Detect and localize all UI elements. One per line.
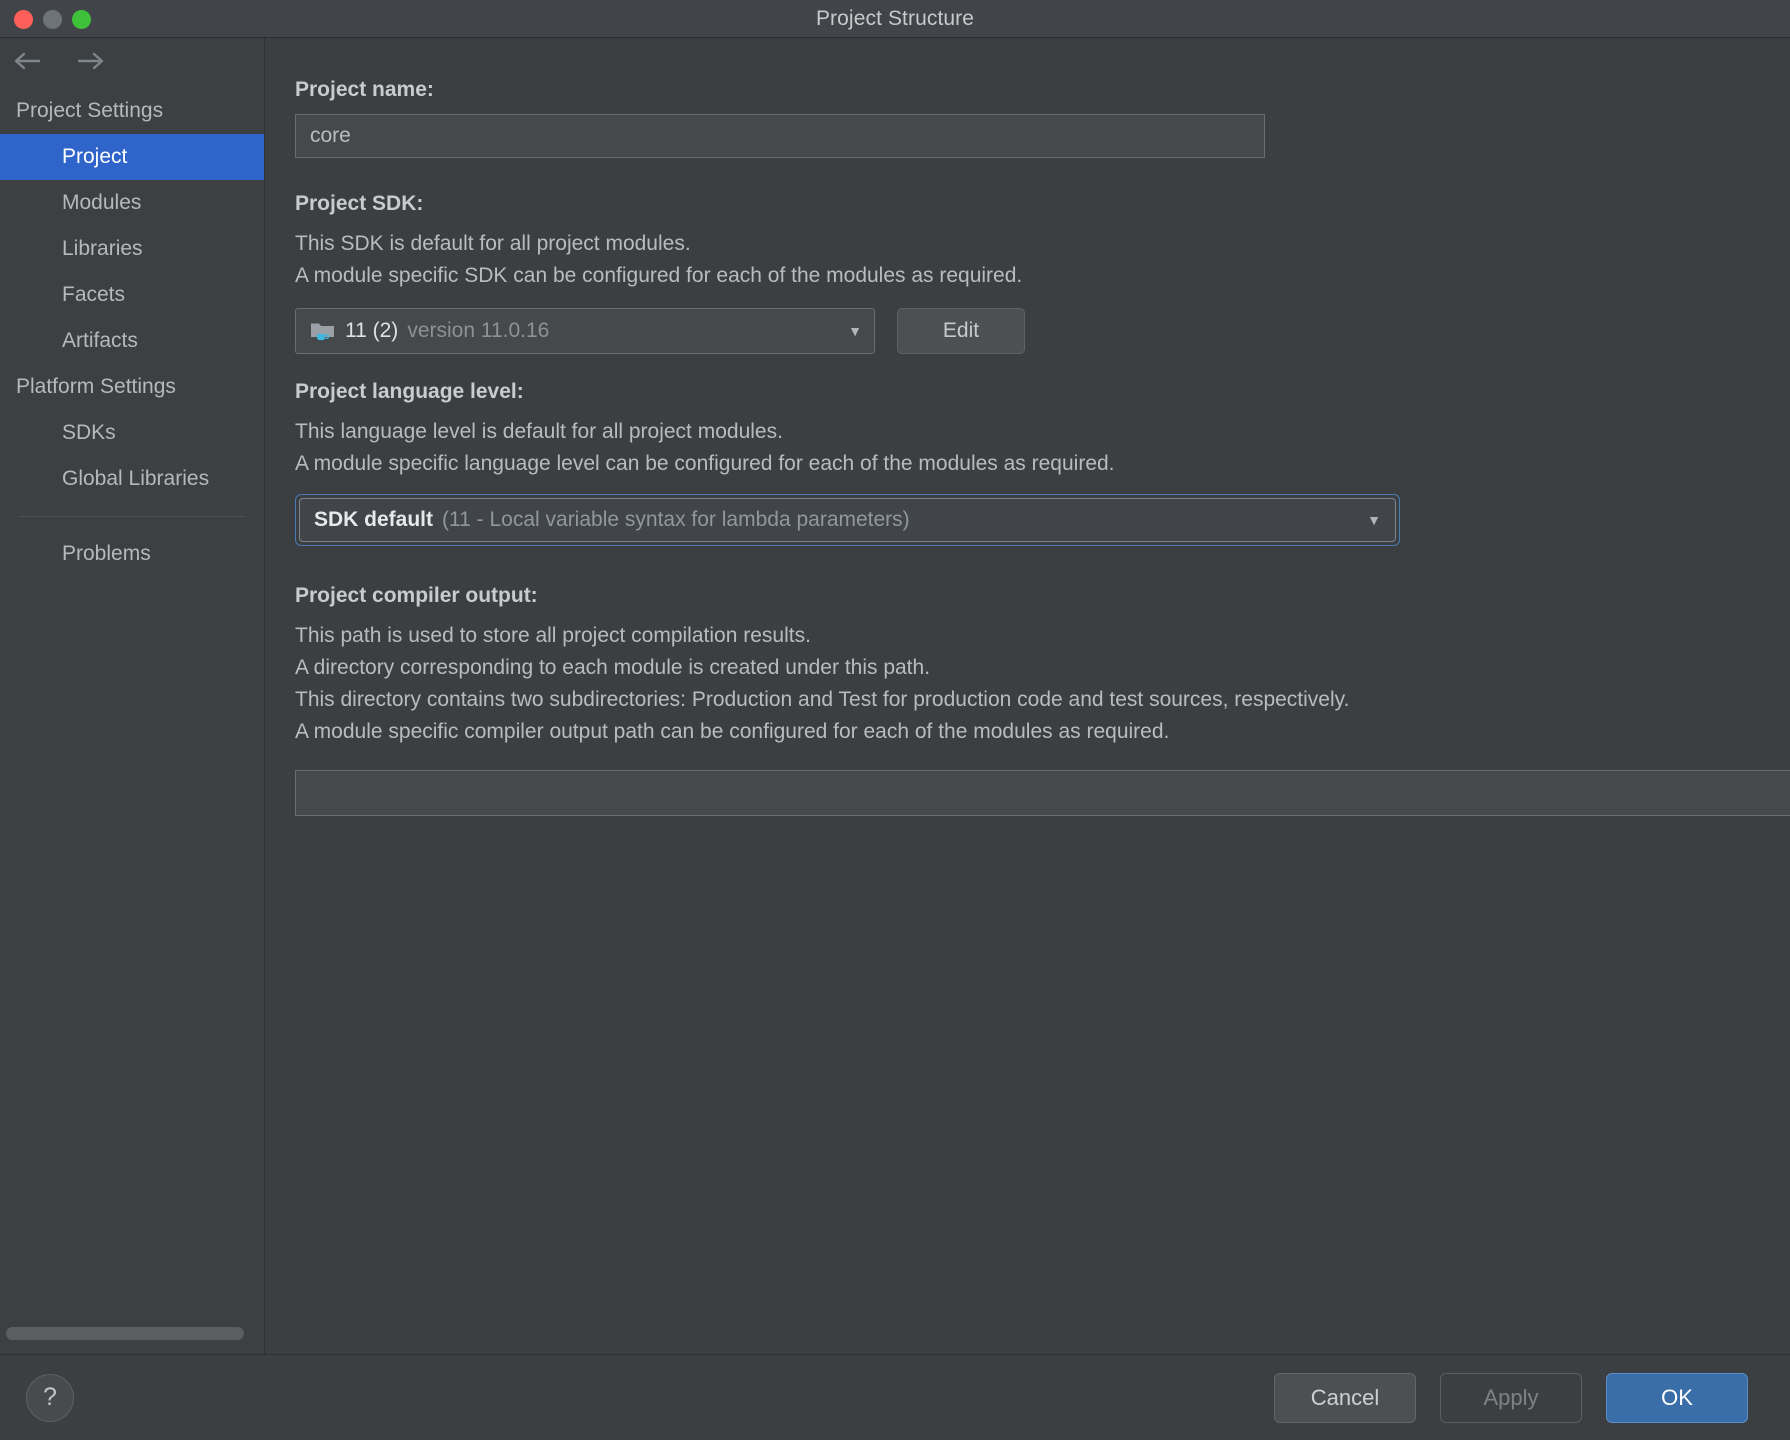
sidebar-item-modules[interactable]: Modules [0, 180, 264, 226]
sidebar-item-artifacts[interactable]: Artifacts [0, 318, 264, 364]
project-compiler-output-label: Project compiler output: [295, 584, 538, 607]
project-sdk-dropdown[interactable]: 11 (2) version 11.0.16 ▼ [295, 308, 875, 354]
chevron-down-icon: ▼ [848, 323, 862, 339]
language-level-focus-ring: SDK default (11 - Local variable syntax … [295, 494, 1400, 546]
sidebar: Project Settings Project Modules Librari… [0, 38, 265, 1354]
tree-group-project-settings: Project Settings [16, 99, 164, 122]
project-sdk-value: 11 (2) [345, 319, 399, 342]
sidebar-navigation [0, 38, 264, 84]
language-level-detail: (11 - Local variable syntax for lambda p… [442, 508, 910, 531]
cancel-button[interactable]: Cancel [1274, 1372, 1416, 1423]
dialog-body: Project Settings Project Modules Librari… [0, 38, 1790, 1354]
sidebar-item-problems[interactable]: Problems [0, 531, 264, 577]
sidebar-item-facets[interactable]: Facets [0, 272, 264, 318]
project-name-input[interactable]: core [295, 114, 1265, 158]
close-window-button[interactable] [14, 9, 33, 29]
maximize-window-button[interactable] [72, 9, 91, 29]
minimize-window-button[interactable] [43, 9, 62, 29]
sidebar-item-global-libraries[interactable]: Global Libraries [0, 456, 264, 502]
language-level-description-2: A module specific language level can be … [295, 452, 1115, 475]
help-button[interactable]: ? [26, 1373, 74, 1422]
edit-sdk-button[interactable]: Edit [897, 308, 1025, 354]
window-controls [14, 0, 91, 38]
project-sdk-version: version 11.0.16 [407, 319, 550, 342]
footer-actions: Cancel Apply OK [1274, 1372, 1748, 1423]
tree-group-platform-settings: Platform Settings [16, 375, 176, 398]
compiler-output-path-input[interactable] [295, 770, 1790, 816]
project-language-level-dropdown[interactable]: SDK default (11 - Local variable syntax … [299, 498, 1396, 542]
sidebar-item-project[interactable]: Project [0, 134, 264, 180]
back-arrow-icon[interactable] [14, 48, 44, 74]
project-sdk-description-2: A module specific SDK can be configured … [295, 264, 1023, 287]
sidebar-item-sdks[interactable]: SDKs [0, 410, 264, 456]
compiler-output-description-2: A directory corresponding to each module… [295, 656, 931, 679]
compiler-output-description-3: This directory contains two subdirectori… [295, 688, 1350, 711]
compiler-output-description-1: This path is used to store all project c… [295, 624, 811, 647]
title-bar: Project Structure [0, 0, 1790, 38]
project-sdk-row: 11 (2) version 11.0.16 ▼ Edit [295, 308, 1760, 354]
language-level-description-1: This language level is default for all p… [295, 420, 783, 443]
forward-arrow-icon[interactable] [74, 48, 104, 74]
settings-tree: Project Settings Project Modules Librari… [0, 84, 264, 1354]
chevron-down-icon: ▼ [1367, 512, 1381, 528]
java-sdk-folder-icon [310, 319, 336, 343]
language-level-value: SDK default [314, 508, 434, 531]
project-name-label: Project name: [295, 78, 434, 101]
project-settings-panel: Project name: core Project SDK: This SDK… [265, 38, 1790, 1354]
compiler-output-description-4: A module specific compiler output path c… [295, 720, 1170, 743]
project-sdk-description-1: This SDK is default for all project modu… [295, 232, 691, 255]
sidebar-divider [18, 516, 246, 517]
apply-button[interactable]: Apply [1440, 1372, 1582, 1423]
window-title: Project Structure [815, 6, 975, 30]
ok-button[interactable]: OK [1606, 1372, 1748, 1423]
sidebar-item-libraries[interactable]: Libraries [0, 226, 264, 272]
project-sdk-label: Project SDK: [295, 192, 424, 215]
dialog-footer: ? Cancel Apply OK [0, 1354, 1790, 1440]
project-language-level-label: Project language level: [295, 380, 524, 403]
project-structure-dialog: Project Structure Project Settings Proje… [0, 0, 1790, 1440]
sidebar-horizontal-scrollbar[interactable] [6, 1327, 244, 1340]
